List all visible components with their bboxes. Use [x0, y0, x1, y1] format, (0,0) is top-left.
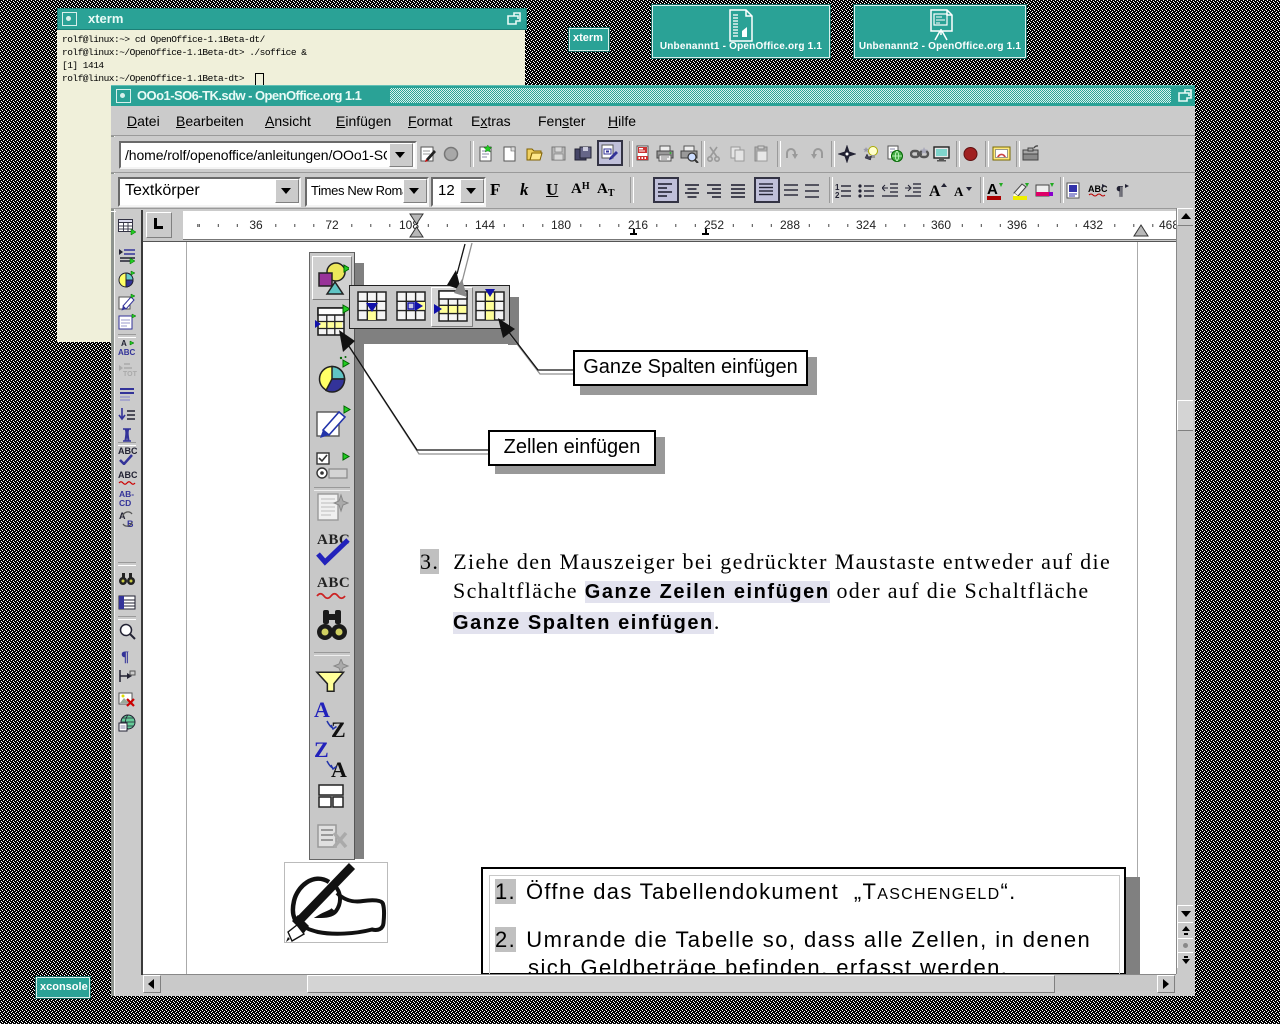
svg-text:TOT: TOT [123, 371, 137, 378]
svg-text:ABC: ABC [118, 348, 136, 357]
svg-text:A: A [954, 184, 964, 199]
svg-text:A: A [929, 183, 941, 199]
svg-text:A: A [121, 339, 127, 348]
svg-text:¶: ¶ [1116, 184, 1124, 199]
svg-text:¶: ¶ [121, 649, 129, 665]
svg-text:ABC: ABC [118, 446, 137, 456]
svg-text:A: A [987, 181, 998, 198]
svg-text:ABC: ABC [118, 470, 137, 480]
svg-text:2: 2 [835, 191, 840, 199]
svg-text:CD: CD [119, 498, 131, 508]
